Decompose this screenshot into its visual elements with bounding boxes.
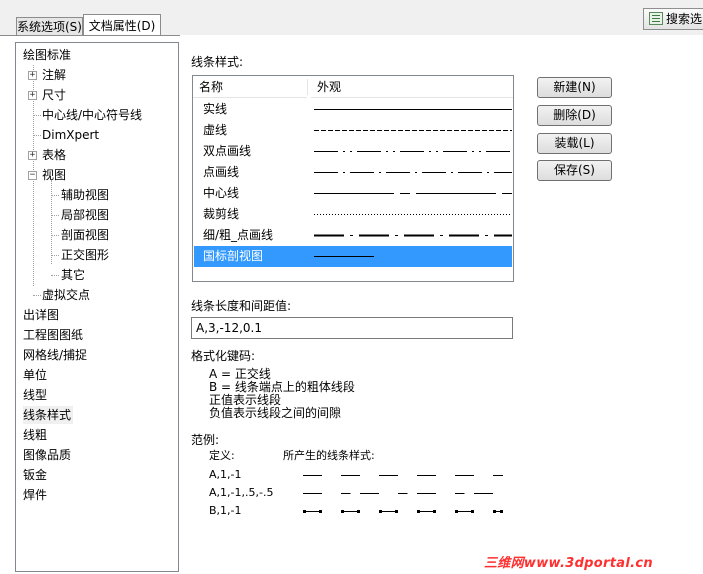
tree-item[interactable]: 线型 bbox=[23, 386, 49, 404]
line-style-preview bbox=[314, 234, 512, 237]
line-style-row[interactable]: 双点画线 bbox=[194, 141, 512, 162]
length-spacing-label: 线条长度和间距值: bbox=[191, 299, 292, 313]
tree-expand-icon[interactable]: + bbox=[28, 151, 37, 160]
line-style-name: 裁剪线 bbox=[203, 207, 240, 221]
new-button[interactable]: 新建(N) bbox=[537, 77, 612, 98]
format-codes-label: 格式化键码: bbox=[191, 349, 256, 363]
tree-item[interactable]: DimXpert bbox=[42, 126, 101, 144]
load-button[interactable]: 装载(L) bbox=[537, 133, 612, 154]
line-style-preview bbox=[314, 214, 510, 215]
example-definition-2: A,1,-1,.5,-.5 bbox=[209, 486, 274, 499]
line-style-preview bbox=[314, 130, 512, 131]
tree-item[interactable]: 尺寸 bbox=[42, 86, 68, 104]
tree-item[interactable]: 焊件 bbox=[23, 486, 49, 504]
tree-item[interactable]: 工程图图纸 bbox=[23, 326, 85, 344]
line-style-name: 国标剖视图 bbox=[203, 249, 264, 263]
tree-expand-icon[interactable]: + bbox=[28, 71, 37, 80]
line-style-row[interactable]: 虚线 bbox=[194, 120, 512, 141]
line-style-row[interactable]: 实线 bbox=[194, 99, 512, 120]
tree-item[interactable]: 图像品质 bbox=[23, 446, 73, 464]
tree-collapse-icon[interactable]: − bbox=[28, 171, 37, 180]
line-style-name: 细/粗_点画线 bbox=[203, 228, 274, 242]
examples-result-header: 所产生的线条样式: bbox=[283, 449, 375, 462]
tree-item[interactable]: 出详图 bbox=[23, 306, 61, 324]
tree-connector bbox=[51, 275, 59, 276]
line-style-preview bbox=[314, 109, 512, 110]
delete-button[interactable]: 删除(D) bbox=[537, 105, 612, 126]
tree-connector bbox=[51, 180, 52, 264]
options-tree[interactable]: 绘图标准 + 注解 + 尺寸中心线/中心符号线 DimXpert + 表格 − 视图辅助视图局部视… bbox=[15, 42, 179, 572]
line-style-name: 中心线 bbox=[203, 186, 240, 200]
examples-label: 范例: bbox=[191, 433, 220, 447]
column-separator[interactable] bbox=[307, 79, 308, 95]
tab-system-options[interactable]: 系统选项(S) bbox=[16, 17, 83, 35]
line-style-name: 实线 bbox=[203, 102, 228, 116]
tree-item[interactable]: 线粗 bbox=[23, 426, 49, 444]
tab-strip: 系统选项(S) 文档属性(D) 搜索选 bbox=[0, 0, 703, 36]
tree-item[interactable]: 网格线/捕捉 bbox=[23, 346, 89, 364]
example-definition-3: B,1,-1 bbox=[209, 504, 242, 517]
watermark: 三维网www.3dportal.cn bbox=[484, 556, 653, 571]
example-pattern-1 bbox=[303, 475, 503, 476]
tab-document-properties[interactable]: 文档属性(D) bbox=[83, 14, 161, 36]
line-style-preview bbox=[314, 193, 512, 194]
line-style-preview bbox=[314, 256, 374, 257]
tree-item[interactable]: 正交图形 bbox=[61, 246, 111, 264]
tree-item[interactable]: 线条样式 bbox=[23, 406, 74, 424]
tree-connector bbox=[51, 215, 59, 216]
line-styles-title: 线条样式: bbox=[191, 55, 244, 69]
line-style-list[interactable]: 名称 外观 实线虚线双点画线点画线中心线裁剪线细/粗_点画线 国标剖视图 bbox=[192, 75, 514, 282]
line-style-row[interactable]: 细/粗_点画线 bbox=[194, 225, 512, 246]
tree-item[interactable]: 注解 bbox=[42, 66, 68, 84]
tree-item[interactable]: 视图 bbox=[42, 166, 68, 184]
format-code-negative: 负值表示线段之间的间隙 bbox=[209, 406, 342, 420]
tree-item[interactable]: 剖面视图 bbox=[61, 226, 111, 244]
search-options-label: 搜索选 bbox=[666, 12, 703, 26]
tree-item[interactable]: 单位 bbox=[23, 366, 49, 384]
save-button[interactable]: 保存(S) bbox=[537, 160, 612, 181]
line-style-row[interactable]: 国标剖视图 bbox=[194, 246, 512, 267]
line-style-name: 点画线 bbox=[203, 165, 240, 179]
tree-item[interactable]: 中心线/中心符号线 bbox=[42, 106, 144, 124]
tree-item[interactable]: 其它 bbox=[61, 266, 87, 284]
column-header-name[interactable]: 名称 bbox=[193, 76, 307, 98]
line-style-row[interactable]: 裁剪线 bbox=[194, 204, 512, 225]
line-style-row[interactable]: 中心线 bbox=[194, 183, 512, 204]
length-spacing-input[interactable] bbox=[191, 317, 513, 339]
tree-connector bbox=[33, 135, 41, 136]
examples-definition-header: 定义: bbox=[209, 449, 235, 462]
line-style-row[interactable]: 点画线 bbox=[194, 162, 512, 183]
tree-item[interactable]: 绘图标准 bbox=[23, 46, 73, 64]
tree-connector bbox=[51, 255, 59, 256]
search-options-button[interactable]: 搜索选 bbox=[643, 8, 703, 30]
line-style-preview bbox=[314, 172, 512, 173]
tree-connector bbox=[51, 195, 59, 196]
search-list-icon bbox=[649, 12, 663, 25]
example-pattern-3 bbox=[303, 510, 503, 513]
example-pattern-2 bbox=[303, 493, 493, 494]
line-style-preview bbox=[314, 151, 510, 152]
line-style-name: 虚线 bbox=[203, 123, 228, 137]
tree-item[interactable]: 表格 bbox=[42, 146, 68, 164]
line-style-name: 双点画线 bbox=[203, 144, 252, 158]
example-definition-1: A,1,-1 bbox=[209, 468, 242, 481]
tree-connector bbox=[33, 295, 41, 296]
tree-item[interactable]: 虚拟交点 bbox=[42, 286, 92, 304]
tree-connector bbox=[33, 115, 41, 116]
tree-expand-icon[interactable]: + bbox=[28, 91, 37, 100]
tree-item[interactable]: 辅助视图 bbox=[61, 186, 111, 204]
tree-item[interactable]: 局部视图 bbox=[61, 206, 111, 224]
tree-connector bbox=[51, 235, 59, 236]
tree-item[interactable]: 钣金 bbox=[23, 466, 49, 484]
column-header-appearance[interactable]: 外观 bbox=[311, 76, 513, 98]
